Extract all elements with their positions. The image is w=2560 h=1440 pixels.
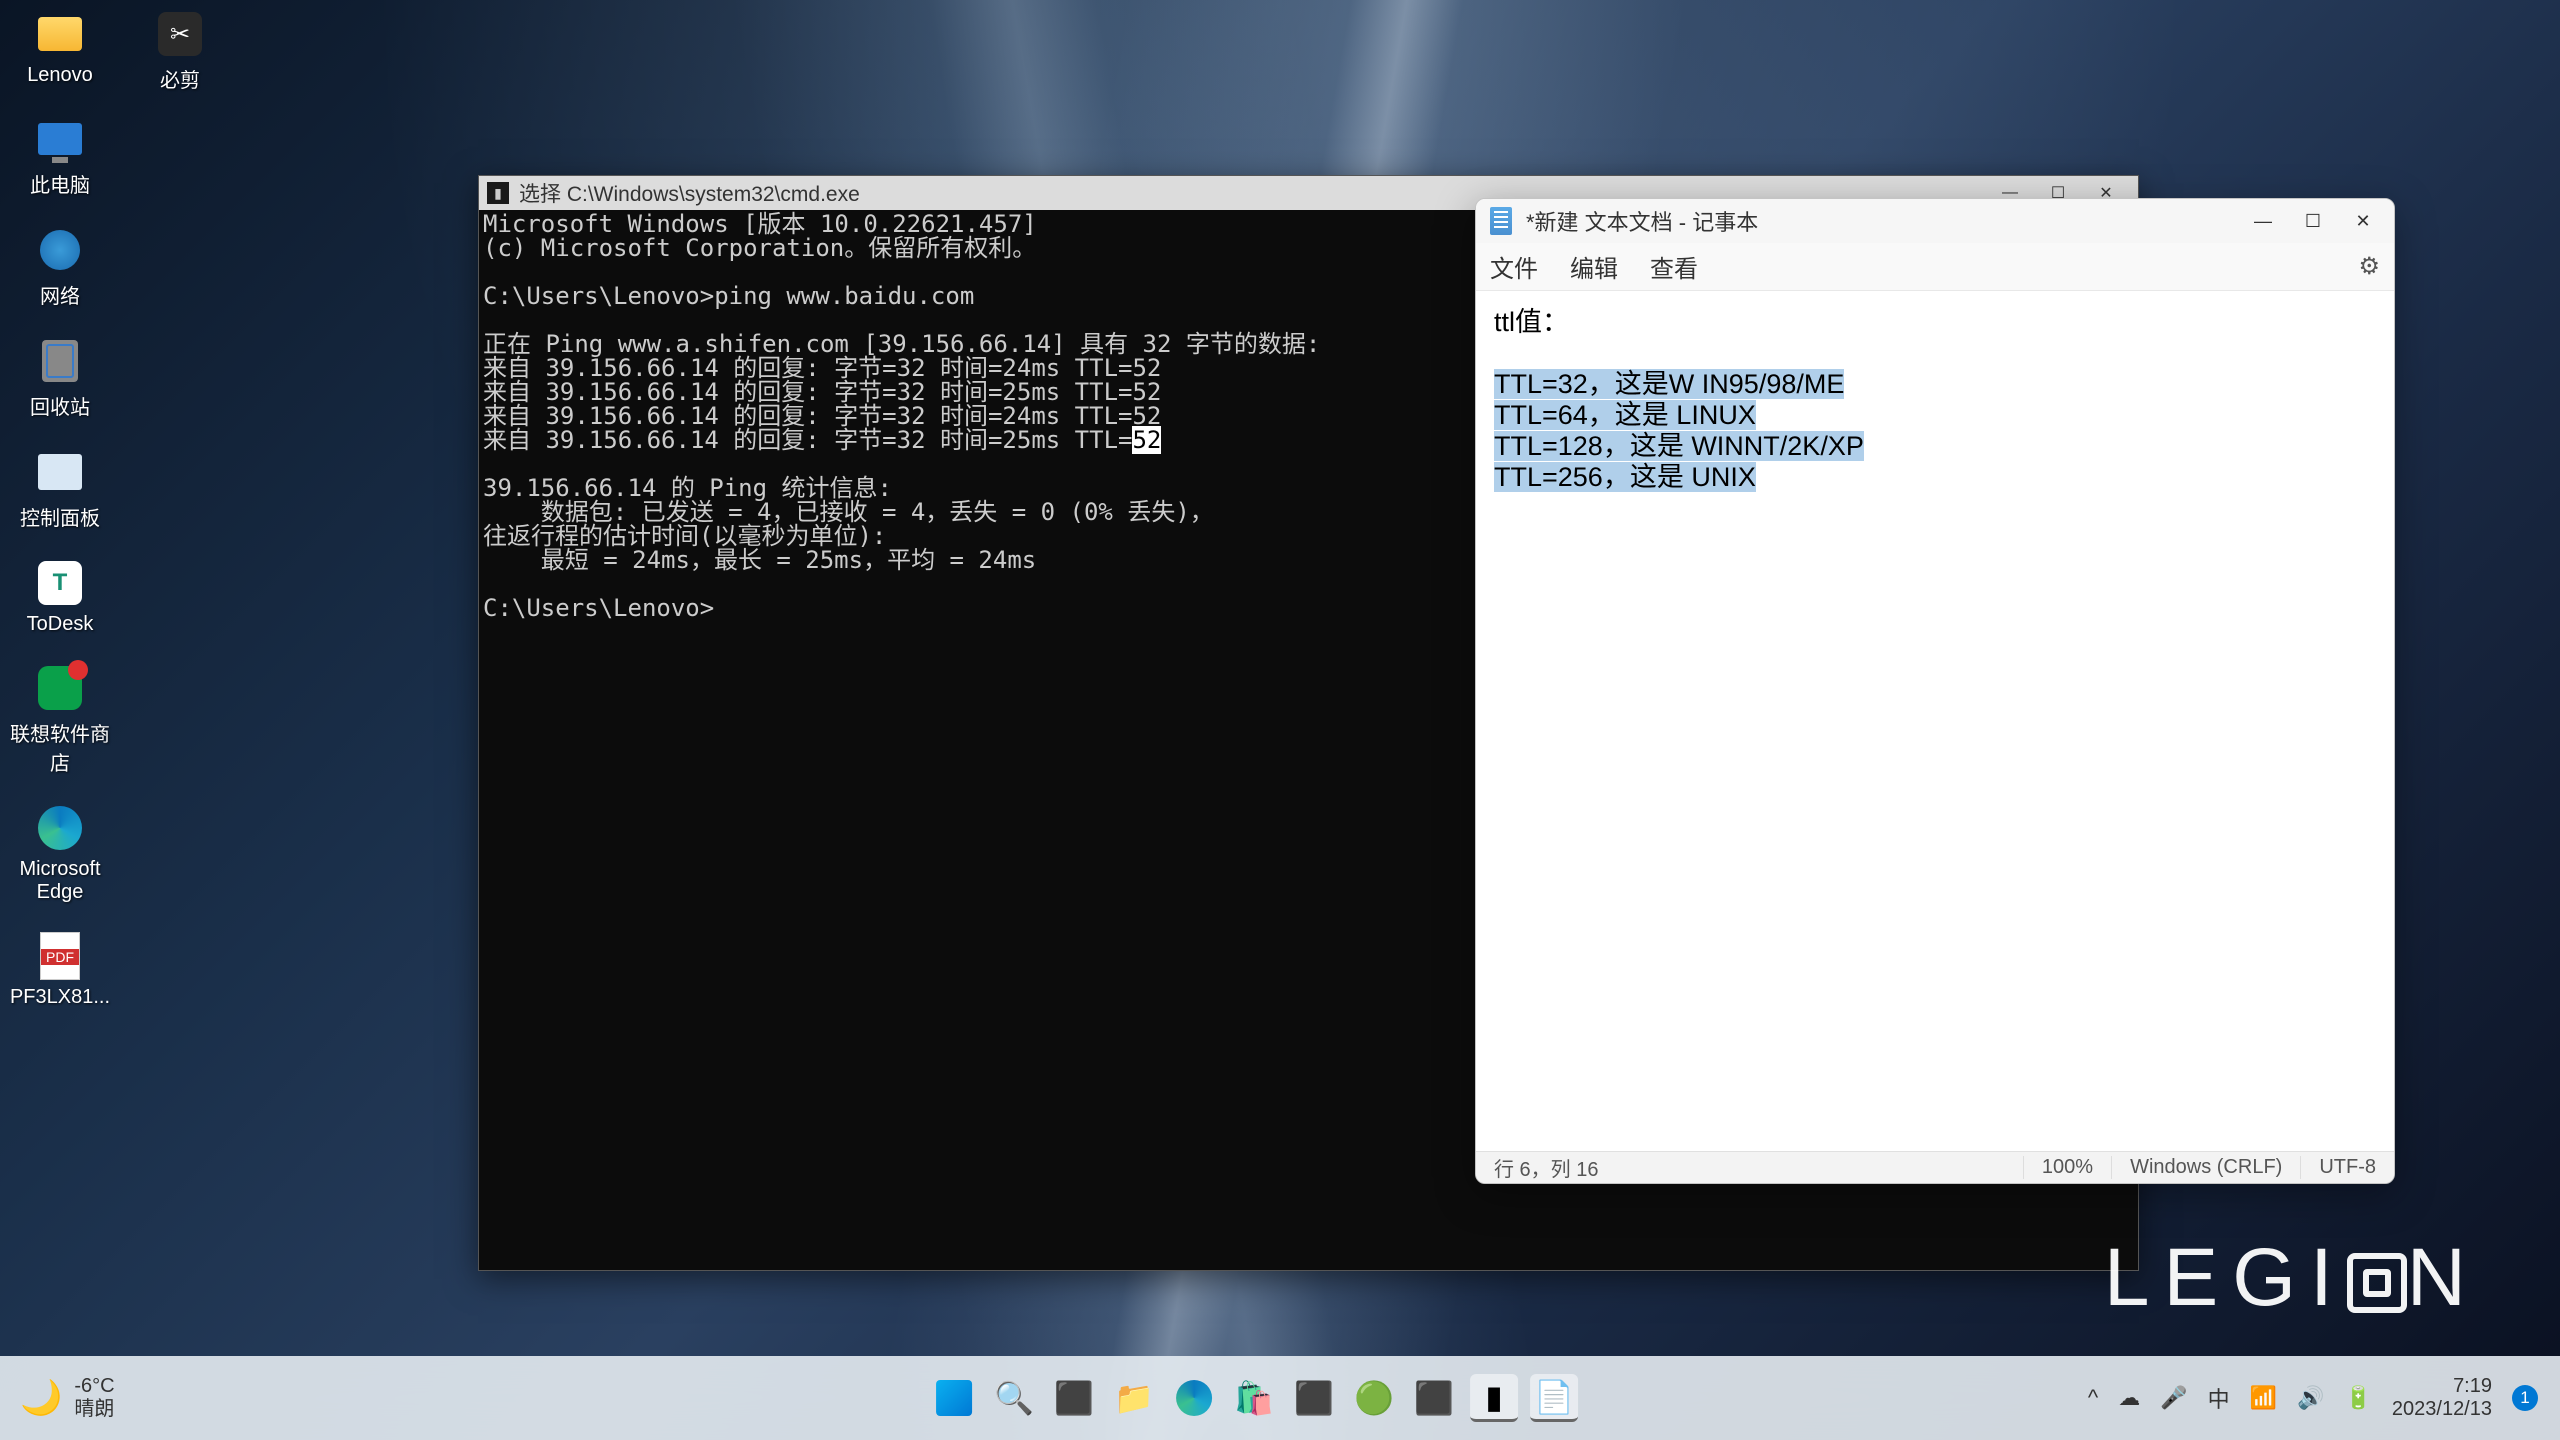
globe-icon — [40, 230, 80, 270]
settings-icon[interactable]: ⚙ — [2358, 252, 2380, 281]
desktop-icon-control-panel[interactable]: 控制面板 — [10, 448, 110, 531]
tray-battery-icon[interactable]: 🔋 — [2344, 1385, 2371, 1411]
tray-chevron-icon[interactable]: ^ — [2088, 1385, 2098, 1411]
notepad-title: *新建 文本文档 - 记事本 — [1526, 205, 2238, 237]
control-panel-icon — [38, 454, 82, 490]
tray-ime[interactable]: 中 — [2208, 1382, 2230, 1414]
selected-text: TTL=32，这是W IN95/98/ME — [1494, 369, 1844, 399]
desktop-icon-pdf[interactable]: PF3LX81... — [10, 932, 110, 1009]
tray-wifi-icon[interactable]: 📶 — [2250, 1385, 2277, 1411]
selected-text: TTL=256，这是 UNIX — [1494, 462, 1756, 492]
taskbar: 🌙 -6°C 晴朗 🔍 ⬛ 📁 🛍️ ⬛ 🟢 ⬛ ▮ 📄 ^ ☁ 🎤 中 📶 🔊… — [0, 1356, 2560, 1440]
selected-text: TTL=128，这是 WINNT/2K/XP — [1494, 431, 1864, 461]
status-encoding: UTF-8 — [2300, 1156, 2394, 1179]
desktop-icon-todesk[interactable]: T ToDesk — [10, 559, 110, 636]
notepad-menubar: 文件 编辑 查看 ⚙ — [1476, 243, 2394, 291]
notepad-icon — [1490, 207, 1512, 235]
close-button[interactable]: ✕ — [2338, 201, 2388, 241]
icon-label: 网络 — [40, 280, 80, 309]
clip-icon: ✂ — [158, 12, 202, 56]
system-tray: ^ ☁ 🎤 中 📶 🔊 🔋 7:19 2023/12/13 1 — [2066, 1375, 2560, 1421]
taskbar-cmd[interactable]: ▮ — [1470, 1374, 1518, 1422]
task-view-button[interactable]: ⬛ — [1050, 1374, 1098, 1422]
temperature: -6°C — [74, 1375, 114, 1398]
minimize-button[interactable]: — — [2238, 201, 2288, 241]
desktop-icon-recycle-bin[interactable]: 回收站 — [10, 337, 110, 420]
windows-icon — [936, 1380, 972, 1416]
notepad-window[interactable]: *新建 文本文档 - 记事本 — ☐ ✕ 文件 编辑 查看 ⚙ ttl值： TT… — [1475, 198, 2395, 1184]
icon-label: 控制面板 — [20, 502, 100, 531]
menu-view[interactable]: 查看 — [1650, 249, 1698, 284]
cmd-icon: ▮ — [487, 182, 509, 204]
icon-label: 此电脑 — [30, 169, 90, 198]
desktop-icon-lenovo-store[interactable]: 联想软件商店 — [10, 664, 110, 776]
trash-icon — [42, 340, 78, 382]
todesk-icon: T — [38, 561, 82, 605]
legion-logo: LEGIN — [2104, 1231, 2480, 1325]
taskbar-center: 🔍 ⬛ 📁 🛍️ ⬛ 🟢 ⬛ ▮ 📄 — [930, 1374, 1578, 1422]
search-button[interactable]: 🔍 — [990, 1374, 1038, 1422]
edge-icon — [38, 806, 82, 850]
taskbar-clock[interactable]: 7:19 2023/12/13 — [2392, 1375, 2492, 1421]
desktop-icon-network[interactable]: 网络 — [10, 226, 110, 309]
notepad-titlebar[interactable]: *新建 文本文档 - 记事本 — ☐ ✕ — [1476, 199, 2394, 243]
folder-icon — [38, 17, 82, 51]
pdf-icon — [40, 932, 80, 980]
icon-label: 联想软件商店 — [10, 718, 110, 776]
status-zoom: 100% — [2023, 1156, 2111, 1179]
icon-label: Lenovo — [27, 64, 93, 87]
pc-icon — [38, 123, 82, 155]
icon-label: ToDesk — [27, 613, 94, 636]
menu-file[interactable]: 文件 — [1490, 249, 1538, 284]
desktop-icon-edge[interactable]: Microsoft Edge — [10, 804, 110, 904]
cmd-selection: 52 — [1132, 426, 1161, 454]
menu-edit[interactable]: 编辑 — [1570, 249, 1618, 284]
tray-onedrive-icon[interactable]: ☁ — [2118, 1385, 2140, 1411]
taskbar-app-green[interactable]: 🟢 — [1350, 1374, 1398, 1422]
desktop-icon-lenovo[interactable]: Lenovo — [10, 10, 110, 87]
store-icon — [38, 666, 82, 710]
notepad-statusbar: 行 6，列 16 100% Windows (CRLF) UTF-8 — [1476, 1151, 2394, 1183]
icon-label: 回收站 — [30, 391, 90, 420]
notification-badge[interactable]: 1 — [2512, 1385, 2538, 1411]
taskbar-app-store[interactable]: 🛍️ — [1230, 1374, 1278, 1422]
weather-widget[interactable]: 🌙 -6°C 晴朗 — [0, 1375, 135, 1421]
taskbar-notepad[interactable]: 📄 — [1530, 1374, 1578, 1422]
icon-label: 必剪 — [160, 64, 200, 93]
tray-volume-icon[interactable]: 🔊 — [2297, 1385, 2324, 1411]
edge-icon — [1176, 1380, 1212, 1416]
clock-date: 2023/12/13 — [2392, 1398, 2492, 1421]
clock-time: 7:19 — [2392, 1375, 2492, 1398]
taskbar-app-dark[interactable]: ⬛ — [1410, 1374, 1458, 1422]
status-line-ending: Windows (CRLF) — [2111, 1156, 2300, 1179]
start-button[interactable] — [930, 1374, 978, 1422]
desktop-icon-this-pc[interactable]: 此电脑 — [10, 115, 110, 198]
edge-button[interactable] — [1170, 1374, 1218, 1422]
desktop-icon-bijian[interactable]: ✂ 必剪 — [130, 10, 230, 93]
selected-text: TTL=64，这是 LINUX — [1494, 400, 1756, 430]
tray-mic-icon[interactable]: 🎤 — [2160, 1385, 2187, 1411]
maximize-button[interactable]: ☐ — [2288, 201, 2338, 241]
explorer-button[interactable]: 📁 — [1110, 1374, 1158, 1422]
icon-label: Microsoft Edge — [10, 858, 110, 904]
weather-condition: 晴朗 — [74, 1398, 114, 1421]
icon-label: PF3LX81... — [10, 986, 110, 1009]
desktop-icons-col2: ✂ 必剪 — [130, 10, 230, 93]
taskbar-app-legion[interactable]: ⬛ — [1290, 1374, 1338, 1422]
notepad-content[interactable]: ttl值： TTL=32，这是W IN95/98/ME TTL=64，这是 LI… — [1476, 291, 2394, 1151]
text-line: ttl值： — [1494, 307, 2376, 338]
status-position: 行 6，列 16 — [1476, 1153, 2023, 1182]
desktop-icons-col1: Lenovo 此电脑 网络 回收站 控制面板 T ToDesk 联想软件商店 M… — [10, 10, 110, 1009]
window-controls: — ☐ ✕ — [2238, 201, 2388, 241]
moon-icon: 🌙 — [20, 1378, 62, 1418]
